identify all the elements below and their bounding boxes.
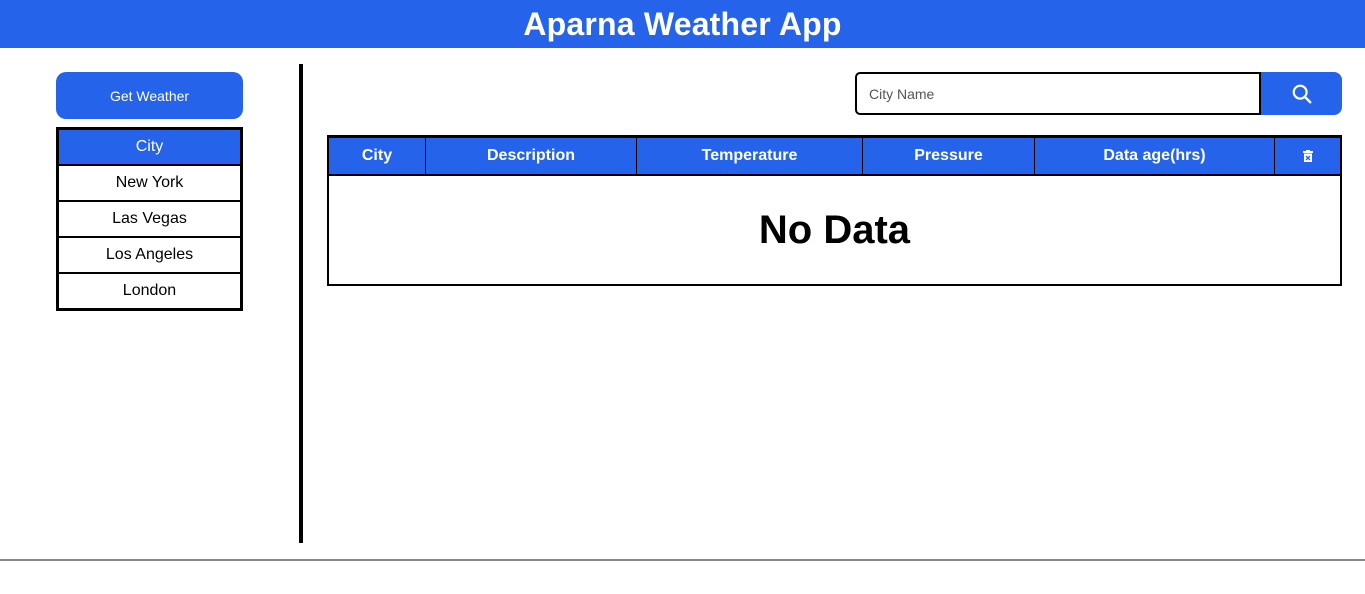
no-data-message: No Data: [758, 207, 911, 252]
city-item-las-vegas[interactable]: Las Vegas: [59, 200, 240, 236]
column-header-description[interactable]: Description: [425, 138, 636, 174]
city-item-london[interactable]: London: [59, 272, 240, 308]
column-header-delete[interactable]: [1274, 138, 1340, 174]
city-name-input[interactable]: [855, 72, 1261, 115]
footer-divider: [0, 559, 1365, 561]
search-button[interactable]: [1261, 72, 1342, 115]
table-header-row: City Description Temperature Pressure Da…: [329, 137, 1340, 176]
search-icon: [1292, 84, 1311, 103]
weather-table: City Description Temperature Pressure Da…: [327, 135, 1342, 286]
column-header-data-age[interactable]: Data age(hrs): [1034, 138, 1274, 174]
city-item-los-angeles[interactable]: Los Angeles: [59, 236, 240, 272]
get-weather-button[interactable]: Get Weather: [56, 72, 243, 119]
column-header-city[interactable]: City: [329, 138, 425, 174]
city-list-header: City: [59, 130, 240, 164]
city-list: City New York Las Vegas Los Angeles Lond…: [56, 127, 243, 311]
column-header-temperature[interactable]: Temperature: [636, 138, 862, 174]
city-item-new-york[interactable]: New York: [59, 164, 240, 200]
trash-icon: [1302, 150, 1313, 162]
vertical-divider: [299, 64, 303, 543]
app-header: Aparna Weather App: [0, 0, 1365, 48]
app-title: Aparna Weather App: [523, 5, 842, 42]
column-header-pressure[interactable]: Pressure: [862, 138, 1034, 174]
